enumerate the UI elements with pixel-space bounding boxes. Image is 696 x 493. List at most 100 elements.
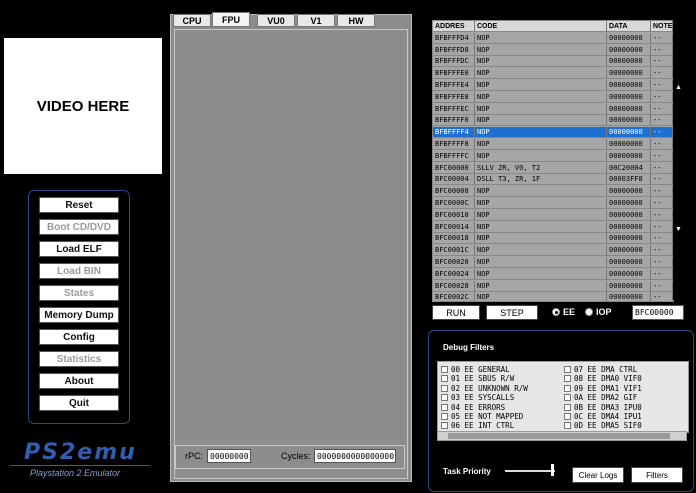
table-cell: NOP: [475, 103, 607, 115]
statistics-button[interactable]: Statistics: [39, 351, 119, 367]
filter-checkbox[interactable]: [564, 403, 571, 411]
table-cell: NOP: [475, 80, 607, 91]
filter-checkbox[interactable]: [564, 375, 571, 383]
table-cell: --: [651, 68, 673, 80]
config-button[interactable]: Config: [39, 329, 119, 345]
filter-checkbox[interactable]: [441, 422, 448, 430]
filters-button[interactable]: Filters: [631, 467, 683, 483]
cycles-label: Cycles:: [281, 451, 311, 461]
filter-checkbox[interactable]: [441, 413, 448, 420]
table-cell: --: [651, 209, 673, 221]
table-cell: BFBFFFE4: [433, 80, 475, 91]
table-cell: DSLL T3, ZR, 1F: [475, 174, 607, 186]
table-cell: 00000000: [607, 127, 651, 139]
table-cell: 00000000: [607, 80, 651, 91]
reset-button[interactable]: Reset: [39, 197, 119, 213]
table-row[interactable]: BFC00024 NOP 00000000 --: [433, 268, 673, 280]
filter-checkbox[interactable]: [441, 394, 448, 402]
table-row[interactable]: BFBFFFF8 NOP 00000000 --: [433, 139, 673, 150]
table-cell: 00000000: [607, 68, 651, 80]
load-elf-button[interactable]: Load ELF: [39, 241, 119, 257]
table-row[interactable]: BFC00020 NOP 00000000 --: [433, 257, 673, 268]
clear-logs-button[interactable]: Clear Logs: [572, 467, 624, 483]
filter-checkbox[interactable]: [441, 384, 448, 392]
table-row[interactable]: BFBFFFDC NOP 00000000 --: [433, 56, 673, 68]
table-row[interactable]: BFC00008 NOP 00000000 --: [433, 186, 673, 198]
run-button[interactable]: RUN: [432, 305, 480, 320]
debug-filters-hscroll[interactable]: [437, 431, 687, 441]
table-cell: --: [651, 292, 673, 301]
filter-item[interactable]: 0D EE DMA5 SIF0: [564, 420, 642, 431]
iop-radio[interactable]: [585, 308, 593, 316]
filter-checkbox[interactable]: [564, 384, 571, 392]
task-priority-slider-thumb[interactable]: [551, 464, 554, 476]
task-priority-slider[interactable]: [505, 470, 555, 472]
disassembly-table: ADDRES CODE DATA NOTE BFBFFFD4 NOP 00000000 -- B…: [432, 20, 674, 302]
table-row[interactable]: BFBFFFE0 NOP 00000000 --: [433, 68, 673, 80]
table-cell: BFC00024: [433, 268, 475, 280]
table-row[interactable]: BFC0000C NOP 00000000 --: [433, 198, 673, 209]
table-cell: NOP: [475, 115, 607, 127]
table-cell: NOP: [475, 44, 607, 56]
tab-vu0[interactable]: VU0: [257, 14, 295, 27]
table-row[interactable]: BFC00000 SLLV ZR, V0, T2 00C20004 --: [433, 162, 673, 174]
table-row[interactable]: BFC00018 NOP 00000000 --: [433, 233, 673, 245]
scroll-down-icon[interactable]: ▼: [675, 226, 682, 233]
table-row[interactable]: BFBFFFEC NOP 00000000 --: [433, 103, 673, 115]
disassembly-scrollbar[interactable]: ▲ ▼: [673, 20, 685, 300]
table-cell: NOP: [475, 209, 607, 221]
table-cell: 00000000: [607, 139, 651, 150]
table-row[interactable]: BFBFFFF4 NOP 00000000 --: [433, 127, 673, 139]
table-row[interactable]: BFC0001C NOP 00000000 --: [433, 245, 673, 257]
hscroll-thumb[interactable]: [448, 433, 670, 439]
step-button[interactable]: STEP: [486, 305, 538, 320]
rpc-label: rPC:: [185, 451, 203, 461]
table-cell: 00C20004: [607, 162, 651, 174]
table-cell: 00003FF8: [607, 174, 651, 186]
tab-v1[interactable]: V1: [297, 14, 335, 27]
tab-hw[interactable]: HW: [337, 14, 375, 27]
filter-item[interactable]: 06 EE INT CTRL: [441, 420, 514, 431]
about-button[interactable]: About: [39, 373, 119, 389]
filter-checkbox[interactable]: [564, 366, 571, 373]
control-button-panel: Reset Boot CD/DVD Load ELF Load BIN Stat…: [28, 190, 130, 424]
filter-checkbox[interactable]: [441, 375, 448, 383]
filter-checkbox[interactable]: [564, 422, 571, 430]
table-cell: BFC0001C: [433, 245, 475, 257]
table-cell: BFBFFFF4: [433, 127, 475, 139]
debug-filters-panel: Debug Filters 00 EE GENERAL 01 EE SBUS R/…: [428, 330, 694, 492]
table-row[interactable]: BFC0002C NOP 00000000 --: [433, 292, 673, 301]
filter-checkbox[interactable]: [441, 366, 448, 373]
filter-checkbox[interactable]: [564, 413, 571, 420]
tab-cpu[interactable]: CPU: [173, 14, 211, 27]
table-cell: --: [651, 186, 673, 198]
scroll-up-icon[interactable]: ▲: [675, 84, 682, 91]
address-field[interactable]: BFC00000: [632, 305, 684, 320]
load-bin-button[interactable]: Load BIN: [39, 263, 119, 279]
table-row[interactable]: BFC00004 DSLL T3, ZR, 1F 00003FF8 --: [433, 174, 673, 186]
filter-checkbox[interactable]: [441, 403, 448, 411]
table-cell: --: [651, 32, 673, 44]
table-row[interactable]: BFBFFFFC NOP 00000000 --: [433, 150, 673, 162]
column-header: ADDRES: [433, 21, 475, 32]
quit-button[interactable]: Quit: [39, 395, 119, 411]
table-cell: --: [651, 268, 673, 280]
tab-fpu[interactable]: FPU: [212, 12, 250, 27]
table-cell: BFC0002C: [433, 292, 475, 301]
table-row[interactable]: BFBFFFE8 NOP 00000000 --: [433, 91, 673, 103]
memory-dump-button[interactable]: Memory Dump: [39, 307, 119, 323]
filter-checkbox[interactable]: [564, 394, 571, 402]
table-row[interactable]: BFC00014 NOP 00000000 --: [433, 221, 673, 233]
table-row[interactable]: BFC00028 NOP 00000000 --: [433, 280, 673, 292]
table-row[interactable]: BFBFFFF0 NOP 00000000 --: [433, 115, 673, 127]
table-cell: --: [651, 127, 673, 139]
table-row[interactable]: BFBFFFD4 NOP 00000000 --: [433, 32, 673, 44]
debug-filters-list: 00 EE GENERAL 01 EE SBUS R/W 02 EE UNKNOWN…: [437, 361, 689, 433]
states-button[interactable]: States: [39, 285, 119, 301]
ee-radio[interactable]: [552, 308, 560, 316]
debug-filters-title: Debug Filters: [443, 343, 495, 352]
table-row[interactable]: BFBFFFD8 NOP 00000000 --: [433, 44, 673, 56]
boot-cd-dvd-button[interactable]: Boot CD/DVD: [39, 219, 119, 235]
table-row[interactable]: BFC00010 NOP 00000000 --: [433, 209, 673, 221]
table-row[interactable]: BFBFFFE4 NOP 00000000 --: [433, 80, 673, 91]
